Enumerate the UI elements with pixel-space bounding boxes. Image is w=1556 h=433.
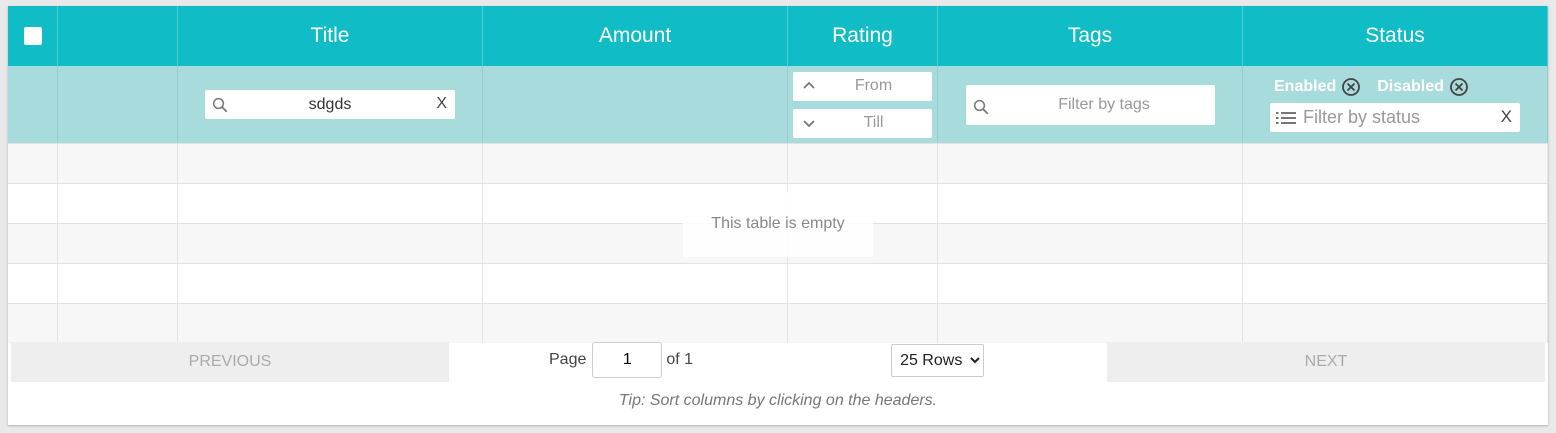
header-select-cell bbox=[8, 6, 58, 66]
title-filter: X bbox=[205, 90, 455, 119]
table-cell bbox=[178, 224, 483, 263]
next-page-button[interactable]: NEXT bbox=[1107, 342, 1545, 382]
table-cell bbox=[938, 144, 1243, 183]
remove-chip-icon[interactable] bbox=[1341, 77, 1361, 97]
status-chip-enabled: Enabled bbox=[1274, 77, 1361, 97]
status-filter-clear-button[interactable]: X bbox=[1501, 107, 1512, 127]
header-rating[interactable]: Rating bbox=[788, 6, 938, 66]
rating-from-filter bbox=[793, 71, 932, 101]
table-cell bbox=[178, 184, 483, 223]
amount-filter-cell bbox=[483, 66, 788, 143]
status-chip-disabled: Disabled bbox=[1377, 77, 1469, 97]
title-filter-input[interactable] bbox=[205, 95, 455, 114]
table-cell bbox=[1243, 264, 1548, 303]
previous-page-button[interactable]: PREVIOUS bbox=[11, 342, 449, 382]
select-all-checkbox[interactable] bbox=[23, 27, 42, 45]
chevron-up-icon bbox=[803, 81, 815, 89]
title-filter-clear-button[interactable]: X bbox=[436, 95, 447, 113]
page-total-label: of 1 bbox=[666, 351, 694, 368]
table-row bbox=[8, 263, 1548, 303]
empty-table-message: This table is empty bbox=[683, 191, 873, 257]
status-chips: Enabled Disabled bbox=[1274, 77, 1469, 97]
list-icon bbox=[1276, 112, 1296, 124]
rating-filter-cell bbox=[788, 66, 938, 143]
status-chip-label: Disabled bbox=[1377, 78, 1444, 95]
table-cell bbox=[58, 184, 178, 223]
header-status[interactable]: Status bbox=[1243, 6, 1548, 66]
table-cell bbox=[788, 144, 938, 183]
status-chip-label: Enabled bbox=[1274, 78, 1337, 95]
table-row bbox=[8, 143, 1548, 183]
page-number-input[interactable] bbox=[592, 342, 663, 378]
table-cell bbox=[178, 144, 483, 183]
tags-filter bbox=[965, 84, 1215, 125]
table-cell bbox=[8, 144, 58, 183]
rows-per-page-select[interactable]: 25 Rows bbox=[891, 343, 985, 377]
header-title[interactable]: Title bbox=[178, 6, 483, 66]
table-cell bbox=[58, 144, 178, 183]
table-cell bbox=[788, 264, 938, 303]
sort-tip: Tip: Sort columns by clicking on the hea… bbox=[618, 392, 938, 409]
filter-blank-cell bbox=[8, 66, 58, 143]
table-cell bbox=[8, 224, 58, 263]
table-cell bbox=[58, 224, 178, 263]
header-row: Title Amount Rating Tags Status bbox=[8, 6, 1548, 66]
rating-till-filter bbox=[793, 108, 932, 138]
table-cell bbox=[938, 264, 1243, 303]
data-table: Title Amount Rating Tags Status X bbox=[8, 6, 1548, 425]
table-cell bbox=[1243, 184, 1548, 223]
remove-chip-icon[interactable] bbox=[1449, 77, 1469, 97]
title-filter-cell: X bbox=[178, 66, 483, 143]
status-filter-input[interactable] bbox=[1270, 106, 1520, 129]
tags-filter-input[interactable] bbox=[965, 94, 1215, 115]
table-cell bbox=[1243, 224, 1548, 263]
header-amount[interactable]: Amount bbox=[483, 6, 788, 66]
header-tags[interactable]: Tags bbox=[938, 6, 1243, 66]
pagination-bar: PREVIOUS Page of 1 25 Rows NEXT bbox=[8, 336, 1548, 384]
filter-blank-cell bbox=[58, 66, 178, 143]
search-icon bbox=[973, 99, 988, 114]
pagination-center: Page of 1 25 Rows bbox=[449, 342, 1107, 378]
page-info: Page of 1 bbox=[549, 342, 693, 378]
status-filter-cell: Enabled Disabled Filter by status X bbox=[1243, 66, 1548, 143]
table-cell bbox=[8, 264, 58, 303]
filter-row: X bbox=[8, 66, 1548, 143]
table-cell bbox=[58, 264, 178, 303]
chevron-down-icon bbox=[803, 119, 815, 127]
table-cell bbox=[1243, 144, 1548, 183]
table-cell bbox=[483, 144, 788, 183]
table-cell bbox=[8, 184, 58, 223]
page-label: Page bbox=[549, 351, 587, 368]
table-cell bbox=[178, 264, 483, 303]
table-cell bbox=[483, 264, 788, 303]
status-filter: X bbox=[1270, 103, 1520, 132]
header-blank-cell bbox=[58, 6, 178, 66]
tags-filter-cell bbox=[938, 66, 1243, 143]
table-cell bbox=[938, 224, 1243, 263]
search-icon bbox=[212, 97, 228, 113]
table-cell bbox=[938, 184, 1243, 223]
